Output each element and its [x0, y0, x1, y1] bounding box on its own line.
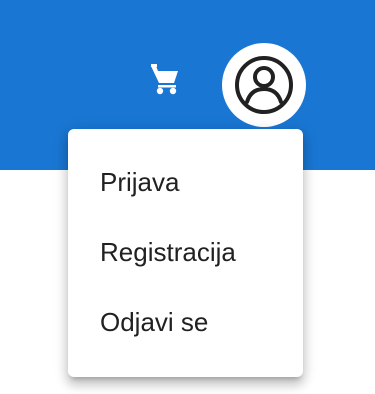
menu-item-login[interactable]: Prijava: [68, 147, 303, 217]
menu-item-register[interactable]: Registracija: [68, 217, 303, 287]
shopping-cart-icon: [151, 64, 178, 95]
menu-item-label: Prijava: [100, 166, 180, 197]
menu-item-logout[interactable]: Odjavi se: [68, 287, 303, 357]
menu-item-label: Registracija: [100, 236, 236, 267]
account-button[interactable]: [222, 43, 306, 127]
account-menu: Prijava Registracija Odjavi se: [68, 129, 303, 377]
cart-button[interactable]: [140, 54, 190, 104]
account-circle-icon: [235, 56, 293, 114]
menu-item-label: Odjavi se: [100, 306, 209, 337]
